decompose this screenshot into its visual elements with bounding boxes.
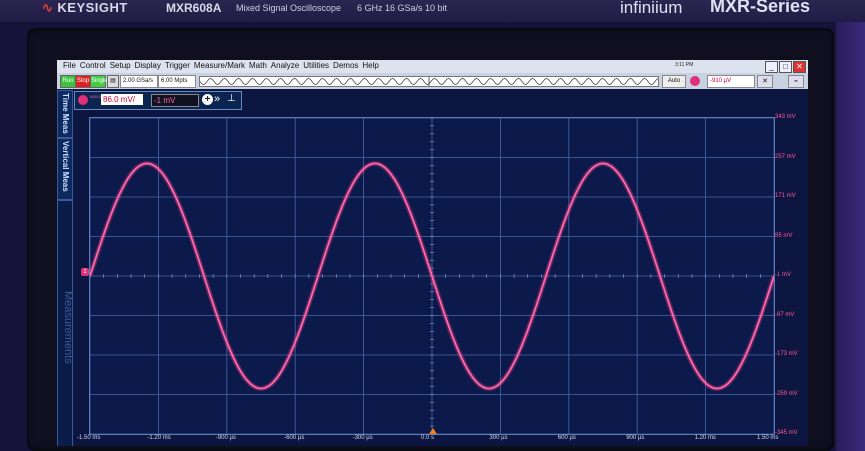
overview-waveform	[200, 77, 658, 86]
close-button[interactable]: ✕	[793, 61, 806, 73]
add-channel-button[interactable]: +	[202, 94, 213, 105]
tab-vertical-meas[interactable]: Vertical Meas	[57, 138, 73, 200]
trigger-position-marker[interactable]	[429, 428, 437, 434]
menu-item-trigger[interactable]: Trigger	[163, 60, 192, 70]
vertical-offset-field[interactable]: -1 mV	[151, 94, 199, 107]
x-axis-label: -600 µs	[284, 435, 305, 441]
menu-item-utilities[interactable]: Utilities	[301, 60, 331, 70]
menu-item-setup[interactable]: Setup	[108, 60, 133, 70]
stop-button[interactable]: Stop	[75, 75, 91, 88]
channel-1-controls: 50Ω DC 86.0 mV/ -1 mV + » ⊥	[74, 91, 242, 110]
menu-item-demos[interactable]: Demos	[331, 60, 360, 70]
series-name: MXR-Series	[710, 0, 811, 16]
menu-item-control[interactable]: Control	[78, 60, 108, 70]
tab-time-meas-label: Time Meas	[61, 93, 70, 134]
waveform-plot	[90, 118, 774, 434]
window-controls: _ □ ✕	[765, 61, 806, 73]
menu-item-analyze[interactable]: Analyze	[269, 60, 301, 70]
menu-item-measure-mark[interactable]: Measure/Mark	[192, 60, 247, 70]
keysight-wave-icon: ∿	[42, 0, 54, 15]
clear-display-icon[interactable]: ✕	[757, 75, 773, 88]
oscilloscope-screen: File Control Setup Display Trigger Measure/Ma…	[57, 60, 808, 446]
x-axis-label: -1.50 ms	[77, 435, 101, 441]
signal-settings-icon[interactable]: ⌁	[788, 75, 804, 88]
autoscale-icon[interactable]: ▤	[107, 75, 119, 88]
y-axis-label: -1 mV	[775, 272, 792, 278]
tab-time-meas[interactable]: Time Meas	[57, 90, 73, 138]
trigger-mode-button[interactable]: Auto	[662, 75, 686, 88]
model-name: MXR608A	[166, 1, 222, 15]
channel-1-ground-marker[interactable]: 1	[81, 268, 89, 276]
y-axis-label: 171 mV	[775, 193, 796, 199]
memory-depth-field[interactable]: 6.00 Mpts	[158, 75, 196, 88]
run-button[interactable]: Run	[60, 75, 76, 88]
x-axis-label: 1.20 ms	[694, 435, 716, 441]
channel-1-icon[interactable]	[78, 95, 88, 105]
measurements-panel[interactable]: Measurements	[57, 200, 74, 446]
tab-vertical-meas-label: Vertical Meas	[61, 141, 70, 192]
menu-item-display[interactable]: Display	[133, 60, 163, 70]
x-axis-label: -300 µs	[352, 435, 373, 441]
waveform-overview[interactable]	[199, 76, 659, 87]
x-axis-label: 600 µs	[557, 435, 576, 441]
y-axis-label: 257 mV	[775, 153, 796, 160]
pin-icon[interactable]: ⊥	[227, 93, 236, 104]
x-axis-label: -1.20 ms	[147, 435, 171, 441]
x-axis-label: 0.0 s	[421, 435, 435, 441]
minimize-button[interactable]: _	[765, 61, 778, 73]
trigger-level-field[interactable]: -910 µV	[707, 75, 755, 88]
maximize-button[interactable]: □	[779, 61, 792, 73]
y-axis-label: 343 mV	[775, 114, 796, 120]
x-axis-label: 300 µs	[489, 435, 508, 441]
y-axis-label: -345 mV	[775, 430, 798, 436]
y-axis-label: -87 mV	[775, 311, 795, 318]
menu-item-math[interactable]: Math	[247, 60, 269, 70]
y-axis-label: -173 mV	[775, 351, 798, 357]
sample-rate-field[interactable]: 2.00 GSa/s	[120, 75, 158, 88]
waveform-graticule[interactable]	[89, 117, 775, 435]
y-axis-label: 85 mV	[775, 232, 793, 239]
brand-logo: ∿ KEYSIGHT	[42, 0, 128, 16]
trigger-source-icon[interactable]	[690, 76, 700, 86]
x-axis-label: 900 µs	[626, 435, 645, 441]
clock-time: 3:11 PM	[675, 62, 694, 68]
more-chevron-icon[interactable]: »	[214, 93, 220, 105]
single-button[interactable]: Single	[90, 75, 108, 88]
x-axis-label: 1.50 ms	[757, 435, 779, 441]
vertical-scale-field[interactable]: 86.0 mV/	[101, 94, 143, 105]
toolbar: Run Stop Single ▤ 2.00 GSa/s 6.00 Mpts A…	[57, 73, 808, 89]
model-specs: 6 GHz 16 GSa/s 10 bit	[357, 3, 448, 13]
menu-item-file[interactable]: File	[61, 60, 78, 70]
series-brand: infiniium	[620, 0, 683, 17]
model-description: Mixed Signal Oscilloscope	[236, 3, 342, 13]
measurements-panel-label: Measurements	[62, 291, 74, 364]
y-axis-label: -259 mV	[775, 390, 798, 397]
menu-bar: File Control Setup Display Trigger Measure/Ma…	[57, 60, 808, 73]
background-glow	[836, 22, 865, 451]
instrument-top-panel: ∿ KEYSIGHT MXR608A Mixed Signal Oscillosc…	[0, 0, 865, 22]
menu-item-help[interactable]: Help	[360, 60, 380, 70]
x-axis-label: -900 µs	[215, 435, 236, 441]
brand-name: KEYSIGHT	[57, 0, 128, 15]
